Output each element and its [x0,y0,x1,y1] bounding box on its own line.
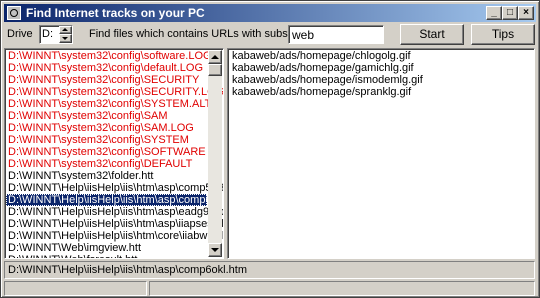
drive-spinner[interactable]: D: [39,25,73,44]
minimize-button[interactable]: _ [486,6,502,20]
start-button[interactable]: Start [400,24,464,45]
file-list-item[interactable]: D:\WINNT\Help\iisHelp\iis\htm\asp\comp59… [6,182,223,194]
file-list-item[interactable]: D:\WINNT\system32\config\SAM.LOG [6,122,207,134]
file-list-item[interactable]: D:\WINNT\system32\config\SOFTWARE [6,146,207,158]
file-list-item[interactable]: D:\WINNT\system32\config\DEFAULT [6,158,207,170]
arrow-up-icon [211,55,219,59]
drive-down-button[interactable] [59,34,72,43]
drive-label: Drive [7,28,33,40]
app-icon [7,6,21,20]
file-list-item[interactable]: D:\WINNT\system32\config\SECURITY [6,74,207,86]
file-list-item[interactable]: D:\WINNT\system32\config\software.LOG [6,50,212,62]
status-panel-left [4,281,147,296]
url-list[interactable]: kabaweb/ads/homepage/chlogolg.gif kabaweb… [227,48,535,259]
scroll-up-button[interactable] [208,50,222,64]
url-list-item[interactable]: kabaweb/ads/homepage/spranklg.gif [230,86,423,98]
tips-button[interactable]: Tips [471,24,535,45]
chevron-up-icon [62,28,68,31]
selected-path: D:\WINNT\Help\iisHelp\iis\htm\asp\comp6o… [8,264,248,276]
title-bar: Find Internet tracks on your PC _ □ × [4,4,536,22]
status-panel-right [149,281,535,296]
file-list-item[interactable]: D:\WINNT\Web\fsresult.htt [6,254,207,258]
window-title: Find Internet tracks on your PC [26,6,205,20]
url-list-item[interactable]: kabaweb/ads/homepage/chlogolg.gif [230,50,423,62]
selected-path-bar: D:\WINNT\Help\iisHelp\iis\htm\asp\comp6o… [4,261,535,279]
scroll-thumb[interactable] [208,64,222,76]
file-list-scrollbar[interactable] [208,50,222,257]
file-list[interactable]: D:\WINNT\system32\config\software.LOG D:\… [4,48,224,259]
maximize-button[interactable]: □ [502,6,518,20]
drive-value: D: [42,28,53,40]
search-label: Find files which contains URLs with subs… [89,28,310,40]
file-list-item[interactable]: D:\WINNT\Web\imgview.htt [6,242,207,254]
url-list-item[interactable]: kabaweb/ads/homepage/gamichlg.gif [230,62,423,74]
url-list-item[interactable]: kabaweb/ads/homepage/ismodemlg.gif [230,74,423,86]
file-list-item[interactable]: D:\WINNT\system32\config\SYSTEM [6,134,207,146]
scroll-down-button[interactable] [208,243,222,257]
file-list-item[interactable]: D:\WINNT\Help\iisHelp\iis\htm\asp\eadg9m… [6,206,223,218]
file-list-item[interactable]: D:\WINNT\Help\iisHelp\iis\htm\asp\iiapse… [6,218,223,230]
arrow-down-icon [211,248,219,252]
main-window: Find Internet tracks on your PC _ □ × Dr… [0,0,540,298]
file-list-item[interactable]: D:\WINNT\system32\folder.htt [6,170,207,182]
file-list-item[interactable]: D:\WINNT\Help\iisHelp\iis\htm\core\iiabw… [6,230,223,242]
search-input[interactable] [288,25,384,44]
file-list-item[interactable]: D:\WINNT\Help\iisHelp\iis\htm\asp\comp6o… [6,194,223,206]
chevron-down-icon [62,37,68,40]
file-list-item[interactable]: D:\WINNT\system32\config\SECURITY.LOG [6,86,223,98]
file-list-item[interactable]: D:\WINNT\system32\config\SYSTEM.ALT [6,98,211,110]
drive-up-button[interactable] [59,26,72,34]
close-button[interactable]: × [518,6,534,20]
file-list-item[interactable]: D:\WINNT\system32\config\default.LOG [6,62,207,74]
file-list-item[interactable]: D:\WINNT\system32\config\SAM [6,110,207,122]
